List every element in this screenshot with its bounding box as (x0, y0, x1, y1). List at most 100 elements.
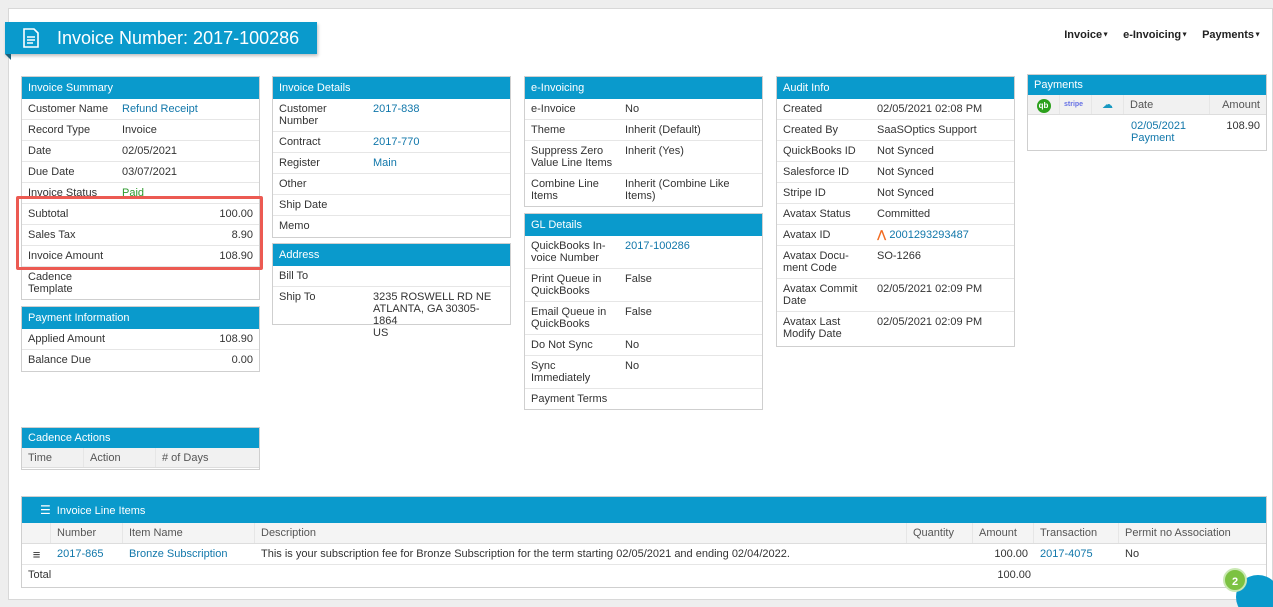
payments-header: qb stripe ☁ Date Amount (1028, 95, 1266, 115)
field-label: Combine Line Items (531, 178, 599, 202)
column-header[interactable]: Amount (973, 523, 1034, 543)
column-header[interactable]: Item Name (123, 523, 255, 543)
nav-e-invoicing-menu[interactable]: e-Invoicing▼ (1123, 29, 1188, 41)
field-label: Avatax Last Modify Date (783, 316, 842, 340)
payment-amount: 108.90 (1226, 120, 1260, 132)
field-value (619, 389, 762, 410)
details-row: Customer Number 2017-838 (273, 99, 510, 132)
audit-row: Created 02/05/2021 02:08 PM (777, 99, 1014, 120)
field-label: Salesforce ID (777, 161, 871, 183)
column-header[interactable]: Permit no Association (1119, 523, 1266, 543)
customer-name-link[interactable]: Refund Receipt (116, 99, 259, 120)
line-item-description: This is your subscription fee for Bronze… (261, 548, 790, 560)
address-row: Bill To (273, 266, 510, 287)
field-label: Created By (777, 119, 871, 141)
avatax-id-link[interactable]: 2001293293487 (889, 229, 969, 241)
invoice-details-table: Customer Number 2017-838 Contract 2017-770… (273, 99, 510, 236)
field-value: SO-1266 (871, 245, 1014, 279)
panel-title: Address (273, 244, 510, 266)
column-header[interactable]: Time (22, 448, 84, 467)
register-link[interactable]: Main (367, 152, 510, 174)
permit-value: No (1125, 548, 1140, 560)
field-value: 02/05/2021 02:08 PM (871, 99, 1014, 120)
top-nav: Invoice▼ e-Invoicing▼ Payments▼ (1064, 29, 1261, 41)
customer-number-link[interactable]: 2017-838 (367, 99, 510, 132)
stripe-icon: stripe (1060, 95, 1092, 114)
quickbooks-icon: qb (1028, 95, 1060, 114)
column-header[interactable]: Description (255, 523, 907, 543)
audit-row: Avatax Status Committed (777, 203, 1014, 225)
field-label: Memo (279, 220, 310, 232)
nav-invoice-menu[interactable]: Invoice▼ (1064, 29, 1109, 41)
line-items-header: Number Item Name Description Quantity Am… (22, 523, 1266, 544)
caret-down-icon: ▼ (1102, 31, 1110, 39)
annotation-highlight-box (16, 196, 263, 270)
page-title: Invoice Number: 2017-100286 (57, 27, 300, 48)
column-header[interactable]: Action (84, 448, 156, 467)
line-item-amount: 100.00 (994, 548, 1028, 560)
audit-row: Avatax Docu-ment Code SO-1266 (777, 245, 1014, 279)
payments-panel: Payments qb stripe ☁ Date Amount 02/05/2… (1027, 74, 1267, 151)
field-label: Avatax Commit Date (777, 278, 871, 312)
summary-row: Record Type Invoice (22, 119, 259, 141)
field-value: No (619, 355, 762, 389)
contract-link[interactable]: 2017-770 (367, 131, 510, 153)
field-label: Avatax Docu-ment Code (777, 245, 871, 279)
line-item-number-link[interactable]: 2017-865 (51, 544, 123, 564)
bill-to-value (367, 266, 510, 287)
column-header[interactable]: Date (1124, 95, 1210, 114)
column-header[interactable]: # of Days (156, 448, 259, 467)
details-row: Memo (273, 216, 510, 237)
caret-down-icon: ▼ (1181, 31, 1189, 39)
field-label: Email Queue in QuickBooks (525, 301, 619, 335)
e-invoicing-row: Suppress Zero Value Line Items Inherit (Y… (525, 140, 762, 174)
nav-payments-menu[interactable]: Payments▼ (1202, 29, 1261, 41)
field-value: Inherit (Combine Like Items) (625, 178, 730, 202)
column-header[interactable]: Transaction (1034, 523, 1119, 543)
field-label: Register (273, 152, 367, 174)
field-label: Contract (273, 131, 367, 153)
panel-title: Invoice Line Items (56, 505, 146, 517)
item-name-link[interactable]: Bronze Subscription (123, 544, 255, 564)
quickbooks-invoice-link[interactable]: 2017-100286 (619, 236, 762, 269)
field-label: Created (777, 99, 871, 120)
column-header[interactable]: Quantity (907, 523, 973, 543)
row-menu-icon[interactable]: ≡ (22, 544, 51, 564)
field-label: Other (273, 173, 367, 195)
field-value (367, 216, 510, 237)
notification-badge[interactable]: 2 (1223, 568, 1247, 592)
details-row: Register Main (273, 152, 510, 174)
summary-row: Date 02/05/2021 (22, 140, 259, 162)
field-label: Date (22, 140, 116, 162)
field-label: Stripe ID (777, 182, 871, 204)
avatax-logo-icon: ⋀ (877, 229, 887, 241)
audit-row: Avatax Commit Date 02/05/2021 02:09 PM (777, 278, 1014, 312)
field-value: 02/05/2021 (116, 140, 259, 162)
field-label: Theme (525, 119, 619, 141)
e-invoicing-table: e-Invoice No Theme Inherit (Default) Suppr… (525, 99, 762, 206)
column-header[interactable]: Amount (1210, 95, 1266, 114)
field-value: Inherit (Yes) (619, 140, 762, 174)
gl-details-table: QuickBooks In-voice Number 2017-100286 Pr… (525, 236, 762, 409)
payment-link[interactable]: 02/05/2021 Payment (1131, 120, 1217, 144)
field-value: False (619, 268, 762, 302)
panel-title: GL Details (525, 214, 762, 236)
field-label: Avatax Status (777, 203, 871, 225)
field-value: 0.00 (231, 354, 253, 366)
e-invoicing-row: e-Invoice No (525, 99, 762, 120)
panel-title: e-Invoicing (525, 77, 762, 99)
field-value: Invoice (116, 119, 259, 141)
table-row: ≡ 2017-865 Bronze Subscription This is y… (22, 544, 1266, 565)
avatax-id-cell: ⋀ 2001293293487 (871, 224, 1014, 246)
payment-info-row: Applied Amount 108.90 (22, 329, 259, 350)
field-value (367, 194, 510, 216)
spacer (22, 523, 51, 543)
transaction-link[interactable]: 2017-4075 (1034, 544, 1119, 564)
e-invoicing-row: Combine Line Items Inherit (Combine Like … (525, 174, 762, 207)
field-value: Committed (871, 203, 1014, 225)
gl-row: Email Queue in QuickBooks False (525, 301, 762, 335)
audit-info-panel: Audit Info Created 02/05/2021 02:08 PM Cr… (776, 76, 1015, 347)
field-label: Record Type (22, 119, 116, 141)
column-header[interactable]: Number (51, 523, 123, 543)
